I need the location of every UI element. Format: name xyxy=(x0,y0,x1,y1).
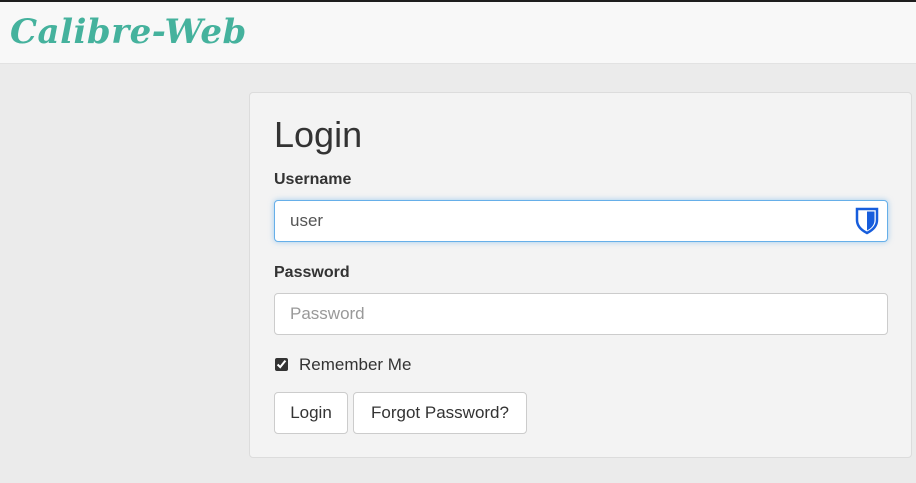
page-title: Login xyxy=(274,114,363,155)
brand-logo[interactable]: Calibre-Web xyxy=(10,10,247,54)
forgot-password-label: Forgot Password? xyxy=(371,403,509,422)
login-button[interactable]: Login xyxy=(274,392,348,434)
password-label: Password xyxy=(274,264,350,281)
navbar: Calibre-Web xyxy=(0,0,916,64)
shield-icon[interactable] xyxy=(855,207,879,235)
remember-me-label: Remember Me xyxy=(299,355,412,374)
password-input[interactable] xyxy=(274,293,888,335)
remember-me-checkbox[interactable] xyxy=(275,358,288,371)
username-label: Username xyxy=(274,171,352,188)
forgot-password-button[interactable]: Forgot Password? xyxy=(353,392,527,434)
username-input[interactable] xyxy=(274,200,888,242)
